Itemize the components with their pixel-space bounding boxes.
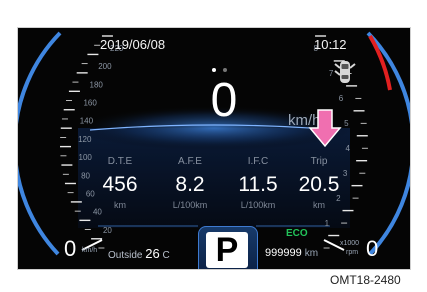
eco-indicator: ECO [286,228,308,239]
trip-unit-ifc: L/100km [240,200,276,210]
gear-position: P [206,232,248,269]
trip-label-afe: A.F.E [178,156,202,167]
speedometer-tick-label: 120 [78,135,92,144]
tachometer-tick-label: 5 [344,119,349,128]
date-display: 2019/06/08 [100,37,166,52]
tachometer-tick-label: 6 [339,94,344,103]
odometer-value: 999999 [265,247,302,259]
tachometer-zero: 0 [366,236,379,261]
trip-value-dte: 456 [102,173,138,196]
trip-unit-dte: km [114,200,126,210]
speedometer-arc [18,31,62,256]
page-indicator [212,59,232,72]
tachometer-arc [366,31,410,256]
speedometer-tick-label: 140 [80,117,94,126]
trip-label-ifc: I.F.C [247,156,269,167]
speedometer-zero: 0 [64,236,77,261]
trip-unit-trip: km [313,200,325,210]
speedometer-tick-label: 160 [83,99,97,108]
down-arrow-icon [308,108,342,153]
speedometer-tick-label: 200 [98,62,112,71]
trip-value-trip: 20.5 [298,173,340,196]
page-dot-active [212,68,216,72]
tachometer-unit-bottom: rpm [346,249,359,256]
speedometer-tick-label: 180 [90,80,104,89]
outside-temp-label: Outside [108,250,143,261]
tachometer-tick-label: 1 [325,219,330,228]
trip-unit-afe: L/100km [172,200,208,210]
outside-temp-value: 26 [145,246,160,261]
car-doors-open-icon [334,58,356,91]
odometer-unit: km [304,248,319,259]
tachometer-unit-top: x1000 [340,240,360,247]
outside-temp-unit: C [162,250,170,261]
instrument-cluster-screen: 220 200 180 160 140 120 100 80 60 40 20 87654321 2… [18,28,410,269]
odometer: 999999 km [265,247,318,259]
trip-value-afe: 8.2 [175,173,205,196]
cluster-frame: 220 200 180 160 140 120 100 80 60 40 20 87654321 2… [17,27,411,270]
clock-display: 10:12 [314,37,347,52]
outside-temperature: Outside 26 C [108,246,170,261]
trip-label-dte: D.T.E [107,156,133,167]
trip-label-trip: Trip [310,156,328,167]
speed-value: 0 [210,74,238,127]
speedometer-unit: km/h [82,247,98,254]
speedometer-tick-label: 20 [103,226,112,235]
tachometer-tick-label: 4 [345,144,350,153]
figure-caption: OMT18-2480 [330,273,401,287]
trip-value-ifc: 11.5 [238,173,278,196]
